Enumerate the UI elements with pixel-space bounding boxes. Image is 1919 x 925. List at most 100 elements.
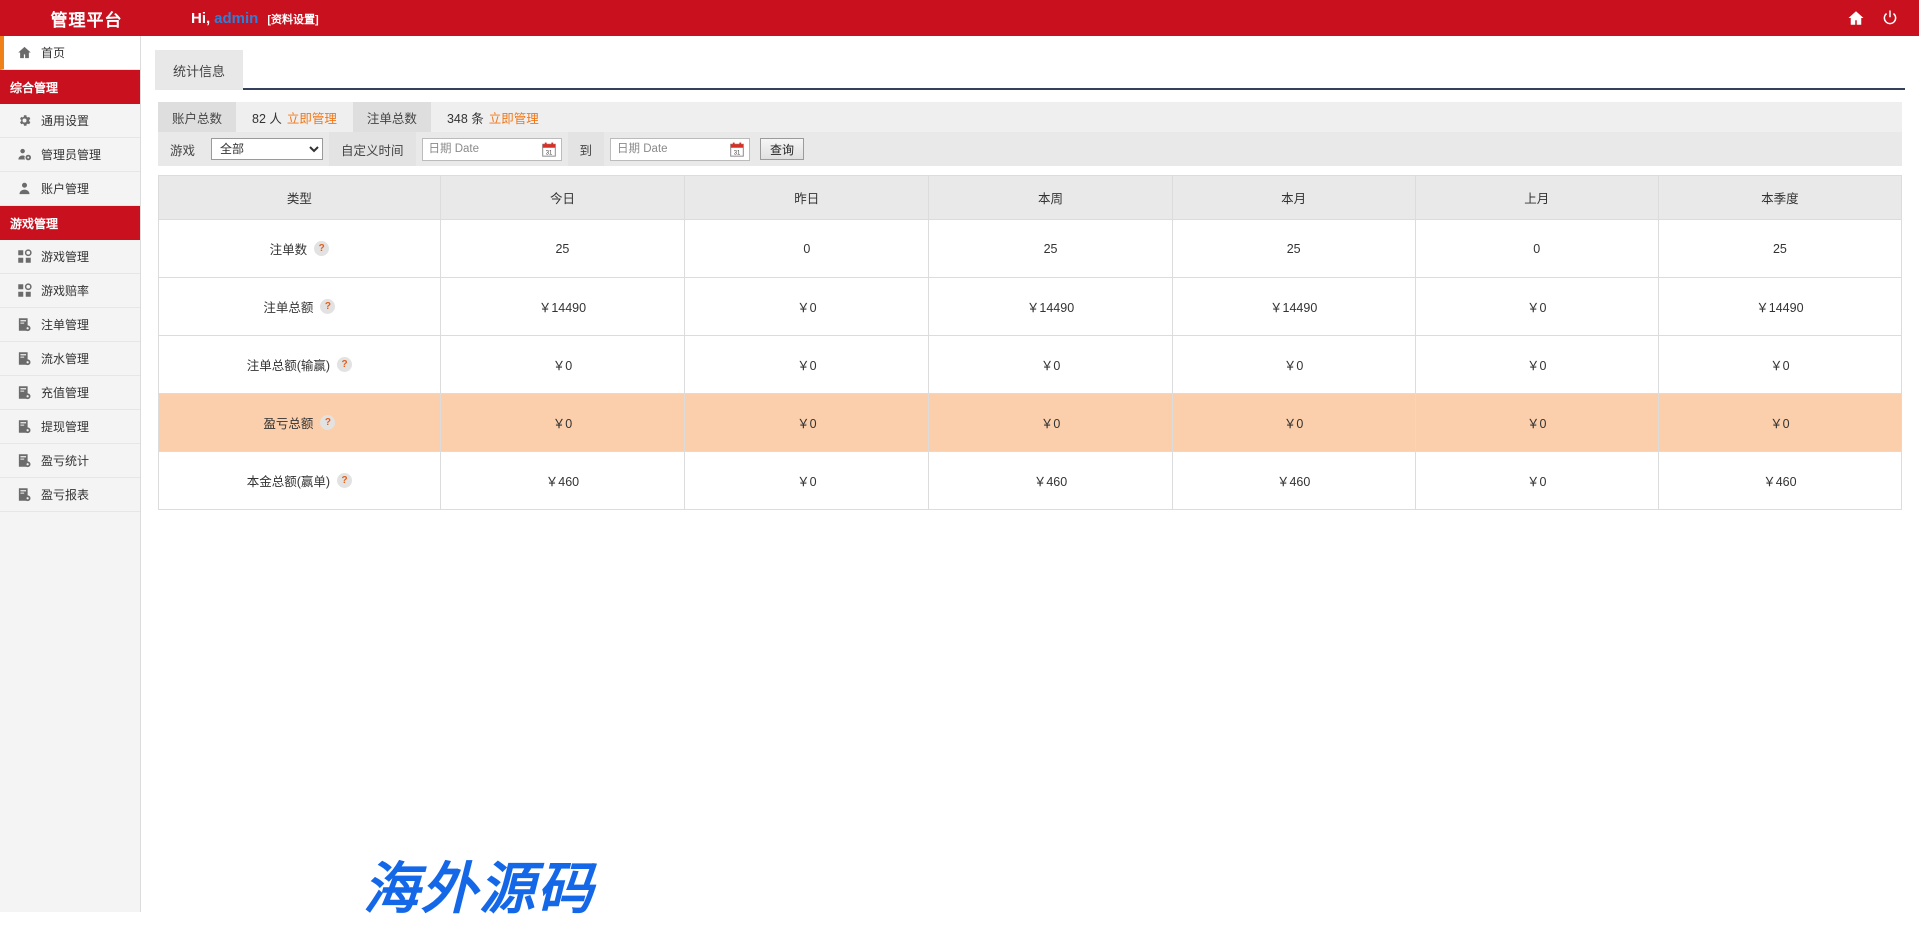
date-from-field[interactable]: 31	[422, 138, 562, 161]
sidebar-item-home[interactable]: 首页	[0, 36, 140, 70]
cell-this-month: 25	[1172, 220, 1415, 278]
sidebar-item-bet-orders[interactable]: 注单管理	[0, 308, 140, 342]
main-content: 统计信息 账户总数 82 人 立即管理 注单总数 348 条 立即管理 游戏 全…	[141, 36, 1919, 912]
stat-value-total-orders: 348 条 立即管理	[431, 102, 555, 132]
range-separator-label: 到	[568, 132, 605, 166]
sidebar-item-label: 充值管理	[41, 384, 89, 401]
calendar-icon[interactable]: 31	[730, 142, 744, 162]
cell-this-month: ￥0	[1172, 394, 1415, 452]
row-label: 注单总额(输赢)	[247, 355, 330, 374]
brand-title: 管理平台	[0, 0, 173, 36]
user-icon	[10, 181, 38, 196]
cell-this-month: ￥0	[1172, 336, 1415, 394]
sidebar-item-label: 游戏赔率	[41, 282, 89, 299]
sidebar-item-game-management[interactable]: 游戏管理	[0, 240, 140, 274]
cell-today: 25	[440, 220, 684, 278]
date-to-wrap: 31 查询	[604, 132, 810, 166]
sidebar-item-profit-report[interactable]: 盈亏报表	[0, 478, 140, 512]
user-gear-icon	[10, 147, 38, 162]
custom-time-label: 自定义时间	[329, 132, 416, 166]
column-header-yesterday: 昨日	[685, 176, 929, 220]
sidebar: 首页 综合管理 通用设置 管理员管理 账户管理 游戏管理 游戏管理 游戏赔率	[0, 36, 141, 912]
sidebar-item-profit-statistics[interactable]: 盈亏统计	[0, 444, 140, 478]
report-icon	[10, 317, 38, 332]
cell-yesterday: ￥0	[685, 336, 929, 394]
help-icon[interactable]: ?	[314, 241, 329, 256]
cell-last-month: ￥0	[1415, 336, 1658, 394]
svg-text:31: 31	[734, 150, 741, 156]
page-tab-strip: 统计信息	[155, 50, 1905, 90]
stat-number-total-orders: 348 条	[447, 108, 484, 127]
column-header-type: 类型	[159, 176, 441, 220]
manage-orders-link[interactable]: 立即管理	[489, 108, 539, 127]
sidebar-item-transaction-flow[interactable]: 流水管理	[0, 342, 140, 376]
table-header-row: 类型 今日 昨日 本周 本月 上月 本季度	[159, 176, 1902, 220]
sidebar-item-general-settings[interactable]: 通用设置	[0, 104, 140, 138]
cell-this-week: 25	[929, 220, 1172, 278]
query-button[interactable]: 查询	[760, 138, 804, 160]
cell-this-quarter: ￥0	[1658, 336, 1901, 394]
cell-today: ￥0	[440, 394, 684, 452]
stats-summary-row: 账户总数 82 人 立即管理 注单总数 348 条 立即管理	[158, 102, 1902, 132]
column-header-this-month: 本月	[1172, 176, 1415, 220]
row-label: 注单数	[270, 239, 308, 258]
manage-accounts-link[interactable]: 立即管理	[287, 108, 337, 127]
row-label-cell: 注单总额(输赢)?	[159, 336, 441, 394]
sidebar-item-withdraw-management[interactable]: 提现管理	[0, 410, 140, 444]
report-icon	[10, 419, 38, 434]
calendar-icon[interactable]: 31	[542, 142, 556, 162]
table-row: 注单数? 25 0 25 25 0 25	[159, 220, 1902, 278]
stat-key-total-accounts: 账户总数	[158, 102, 236, 132]
game-filter-label: 游戏	[158, 132, 205, 166]
power-icon[interactable]	[1881, 9, 1899, 27]
game-select[interactable]: 全部	[211, 138, 323, 160]
cell-this-month: ￥460	[1172, 452, 1415, 510]
row-label-cell: 本金总额(赢单)?	[159, 452, 441, 510]
cell-this-quarter: ￥460	[1658, 452, 1901, 510]
cell-yesterday: ￥0	[685, 452, 929, 510]
gear-icon	[10, 113, 38, 128]
tab-statistics[interactable]: 统计信息	[155, 50, 243, 90]
watermark: 海外源码	[363, 844, 595, 925]
home-icon[interactable]	[1847, 9, 1865, 27]
profile-settings-link[interactable]: [资料设置]	[267, 11, 318, 27]
date-from-wrap: 31	[416, 132, 568, 166]
greeting: Hi, admin [资料设置]	[191, 10, 319, 27]
sidebar-item-label: 盈亏统计	[41, 452, 89, 469]
sidebar-item-label: 提现管理	[41, 418, 89, 435]
row-label-cell: 注单数?	[159, 220, 441, 278]
report-icon	[10, 453, 38, 468]
sidebar-group-game: 游戏管理	[0, 206, 140, 240]
top-bar: 管理平台 Hi, admin [资料设置]	[0, 0, 1919, 36]
cell-last-month: ￥0	[1415, 278, 1658, 336]
help-icon[interactable]: ?	[320, 299, 335, 314]
cell-this-month: ￥14490	[1172, 278, 1415, 336]
sidebar-item-label: 通用设置	[41, 112, 89, 129]
stat-number-total-accounts: 82 人	[252, 108, 282, 127]
sidebar-item-admin-management[interactable]: 管理员管理	[0, 138, 140, 172]
report-icon	[10, 351, 38, 366]
sidebar-item-game-odds[interactable]: 游戏赔率	[0, 274, 140, 308]
cell-this-quarter: ￥14490	[1658, 278, 1901, 336]
help-icon[interactable]: ?	[337, 357, 352, 372]
grid-icon	[10, 249, 38, 264]
cell-yesterday: 0	[685, 220, 929, 278]
cell-this-quarter: ￥0	[1658, 394, 1901, 452]
greeting-hi: Hi,	[191, 10, 210, 27]
report-icon	[10, 487, 38, 502]
cell-this-quarter: 25	[1658, 220, 1901, 278]
cell-last-month: 0	[1415, 220, 1658, 278]
cell-yesterday: ￥0	[685, 278, 929, 336]
cell-this-week: ￥0	[929, 336, 1172, 394]
stats-row-filler	[555, 102, 1902, 132]
sidebar-item-account-management[interactable]: 账户管理	[0, 172, 140, 206]
help-icon[interactable]: ?	[337, 473, 352, 488]
date-to-field[interactable]: 31	[610, 138, 750, 161]
date-from-input[interactable]	[423, 140, 535, 159]
help-icon[interactable]: ?	[320, 415, 335, 430]
sidebar-item-deposit-management[interactable]: 充值管理	[0, 376, 140, 410]
date-to-input[interactable]	[611, 140, 723, 159]
greeting-username: admin	[214, 10, 258, 27]
grid-icon	[10, 283, 38, 298]
stat-key-total-orders: 注单总数	[353, 102, 431, 132]
